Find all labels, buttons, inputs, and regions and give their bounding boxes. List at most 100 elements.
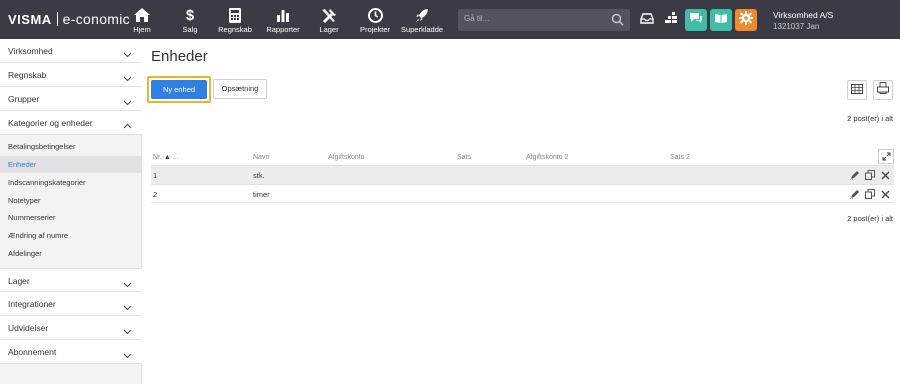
sidebar: Virksomhed Regnskab Grupper Kategorier o… xyxy=(0,39,142,384)
nav-accounting-label: Regnskab xyxy=(218,25,252,34)
nav-home-label: Hjem xyxy=(133,25,151,34)
cell-nr: 2 xyxy=(153,190,158,199)
nav-reports[interactable]: Rapporter xyxy=(266,0,300,39)
chevron-down-icon xyxy=(123,323,132,335)
nav-reports-label: Rapporter xyxy=(266,25,300,34)
nav-sales[interactable]: $ Salg xyxy=(178,0,202,39)
gear-icon xyxy=(739,10,753,30)
sidebar-item-aendring-af-numre[interactable]: Ændring af numre xyxy=(0,227,142,244)
table-header: Nr. ▲ ... Navn Afgiftskonto Sats Afgifts… xyxy=(151,153,894,165)
nav-projects[interactable]: Projekter xyxy=(360,0,390,39)
print-button[interactable] xyxy=(873,80,893,100)
company-name: Virksomhed A/S xyxy=(773,10,834,20)
cell-navn: stk. xyxy=(253,171,265,180)
search-icon[interactable] xyxy=(611,13,624,26)
sidebar-item-enheder[interactable]: Enheder xyxy=(0,156,142,173)
sidebar-group-label: Virksomhed xyxy=(8,46,53,56)
sidebar-group-label: Regnskab xyxy=(8,70,47,80)
main-content: Enheder Ny enhed Opsætning 2 post(er) i … xyxy=(142,39,900,384)
table-row[interactable]: 1 stk. xyxy=(151,165,894,184)
copy-icon[interactable] xyxy=(865,189,875,199)
sidebar-group-grupper[interactable]: Grupper xyxy=(0,87,142,111)
sidebar-group-abonnement[interactable]: Abonnement xyxy=(0,340,142,364)
nav-home[interactable]: Hjem xyxy=(130,0,154,39)
chevron-down-icon xyxy=(123,70,132,82)
calculator-icon xyxy=(225,7,245,23)
edit-icon[interactable] xyxy=(850,170,860,180)
sidebar-group-label: Grupper xyxy=(8,94,40,104)
company-sub: 1321037 Jan xyxy=(773,22,820,31)
nav-stock[interactable]: Lager xyxy=(316,0,342,39)
sidebar-group-label: Integrationer xyxy=(8,299,56,309)
chevron-down-icon xyxy=(123,347,132,359)
sidebar-item-label: Nummerserier xyxy=(8,213,56,222)
sidebar-group-udvidelser[interactable]: Udvidelser xyxy=(0,316,142,340)
record-count-bottom: 2 post(er) i alt xyxy=(847,214,893,223)
sidebar-group-virksomhed[interactable]: Virksomhed xyxy=(0,39,142,63)
dollar-icon: $ xyxy=(185,6,195,24)
delete-icon[interactable] xyxy=(880,189,890,199)
sidebar-item-afdelinger[interactable]: Afdelinger xyxy=(0,245,142,262)
inbox-button[interactable] xyxy=(636,9,658,31)
book-icon xyxy=(714,11,728,29)
sidebar-item-nummerserier[interactable]: Nummerserier xyxy=(0,209,142,226)
brand-name: VISMA xyxy=(8,11,52,27)
help-book-button[interactable] xyxy=(710,9,732,31)
setup-button[interactable]: Opsætning xyxy=(213,79,267,99)
company-switcher[interactable]: Virksomhed A/S 1321037 Jan xyxy=(773,9,833,33)
sidebar-group-regnskab[interactable]: Regnskab xyxy=(0,63,142,87)
column-header-sats[interactable]: Sats xyxy=(457,154,471,161)
nav-accounting[interactable]: Regnskab xyxy=(218,0,252,39)
chevron-up-icon xyxy=(123,118,132,129)
chat-icon xyxy=(689,11,703,29)
chevron-down-icon xyxy=(123,299,132,311)
sidebar-item-label: Notetyper xyxy=(8,196,41,205)
delete-icon[interactable] xyxy=(880,170,890,180)
table-icon xyxy=(851,81,863,99)
row-actions xyxy=(850,189,890,199)
apps-icon xyxy=(664,11,678,30)
sidebar-item-indscanningskategorier[interactable]: Indscanningskategorier xyxy=(0,174,142,191)
cell-navn: timer xyxy=(253,190,270,199)
sort-asc-icon: ▲ xyxy=(163,154,171,161)
chevron-down-icon xyxy=(123,276,132,288)
cell-nr: 1 xyxy=(153,171,158,180)
inbox-icon xyxy=(640,11,654,29)
sidebar-item-label: Betalingsbetingelser xyxy=(8,142,76,151)
sidebar-group-kategorier[interactable]: Kategorier og enheder xyxy=(0,111,142,135)
apps-button[interactable] xyxy=(660,9,682,31)
sidebar-group-label: Lager xyxy=(8,276,30,286)
column-header-afgiftskonto-2[interactable]: Afgiftskonto 2 xyxy=(526,154,568,161)
top-bar: VISMA e-conomic Hjem $ Salg Regnskab Rap… xyxy=(0,0,900,39)
chevron-down-icon xyxy=(123,94,132,106)
sidebar-group-lager[interactable]: Lager xyxy=(0,268,142,292)
sidebar-group-label: Abonnement xyxy=(8,347,57,357)
column-header-navn[interactable]: Navn xyxy=(253,154,269,161)
search-placeholder: Gå til... xyxy=(464,14,490,23)
edit-icon[interactable] xyxy=(850,189,860,199)
sidebar-item-betalingsbetingelser[interactable]: Betalingsbetingelser xyxy=(0,138,142,155)
column-header-nr[interactable]: Nr. ▲ ... xyxy=(153,154,179,161)
brand-logo[interactable]: VISMA e-conomic xyxy=(8,11,130,27)
settings-button[interactable] xyxy=(735,9,757,31)
chat-button[interactable] xyxy=(685,9,707,31)
column-header-label: Nr. xyxy=(153,154,162,161)
sidebar-item-label: Enheder xyxy=(8,160,37,169)
sidebar-group-label: Udvidelser xyxy=(8,323,49,333)
sidebar-group-integrationer[interactable]: Integrationer xyxy=(0,292,142,316)
column-header-afgiftskonto[interactable]: Afgiftskonto xyxy=(328,154,365,161)
new-unit-highlight: Ny enhed xyxy=(147,76,211,103)
nav-superkladde-label: Superkladde xyxy=(400,25,444,34)
table-row[interactable]: 2 timer xyxy=(151,184,894,203)
search-input[interactable]: Gå til... xyxy=(458,9,630,31)
nav-superkladde[interactable]: Superkladde xyxy=(400,0,444,39)
column-settings-button[interactable] xyxy=(847,80,867,100)
nav-sales-label: Salg xyxy=(182,25,198,34)
column-header-sats-2[interactable]: Sats 2 xyxy=(670,154,690,161)
sidebar-item-notetyper[interactable]: Notetyper xyxy=(0,192,142,209)
row-actions xyxy=(850,170,890,180)
new-unit-button[interactable]: Ny enhed xyxy=(151,80,207,99)
bar-chart-icon xyxy=(273,7,293,23)
brand-product: e-conomic xyxy=(62,11,130,27)
copy-icon[interactable] xyxy=(865,170,875,180)
